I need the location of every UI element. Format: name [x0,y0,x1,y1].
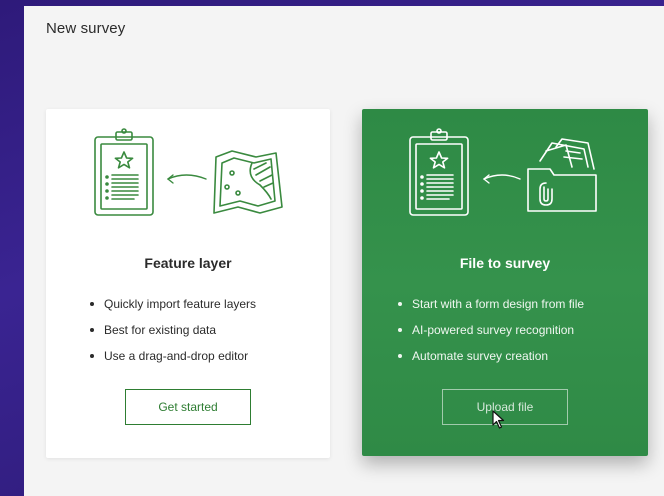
list-item: Quickly import feature layers [90,291,256,317]
file-to-survey-illustration [409,128,597,216]
list-item: Best for existing data [90,317,256,343]
feature-layer-card[interactable]: Feature layer Quickly import feature lay… [46,109,330,458]
feature-layer-illustration [94,128,283,216]
arrow-left-icon [482,174,521,184]
page-title: New survey [46,20,126,37]
new-survey-panel: New survey Feature layer Quickly import … [24,6,664,496]
file-to-survey-bullets: Start with a form design from file AI-po… [398,291,584,369]
file-to-survey-title: File to survey [459,255,551,271]
file-to-survey-card[interactable]: File to survey Start with a form design … [362,109,648,456]
list-item: AI-powered survey recognition [398,317,584,343]
feature-layer-title: Feature layer [144,255,232,271]
list-item: Start with a form design from file [398,291,584,317]
get-started-button[interactable]: Get started [125,389,251,425]
file-folder-icon [527,138,597,212]
arrow-left-icon [166,174,207,184]
clipboard-form-icon [94,128,154,216]
feature-layer-bullets: Quickly import feature layers Best for e… [90,291,256,369]
clipboard-form-icon [409,128,469,216]
map-icon [213,150,283,214]
list-item: Use a drag-and-drop editor [90,343,256,369]
mouse-cursor-icon [492,410,505,429]
list-item: Automate survey creation [398,343,584,369]
